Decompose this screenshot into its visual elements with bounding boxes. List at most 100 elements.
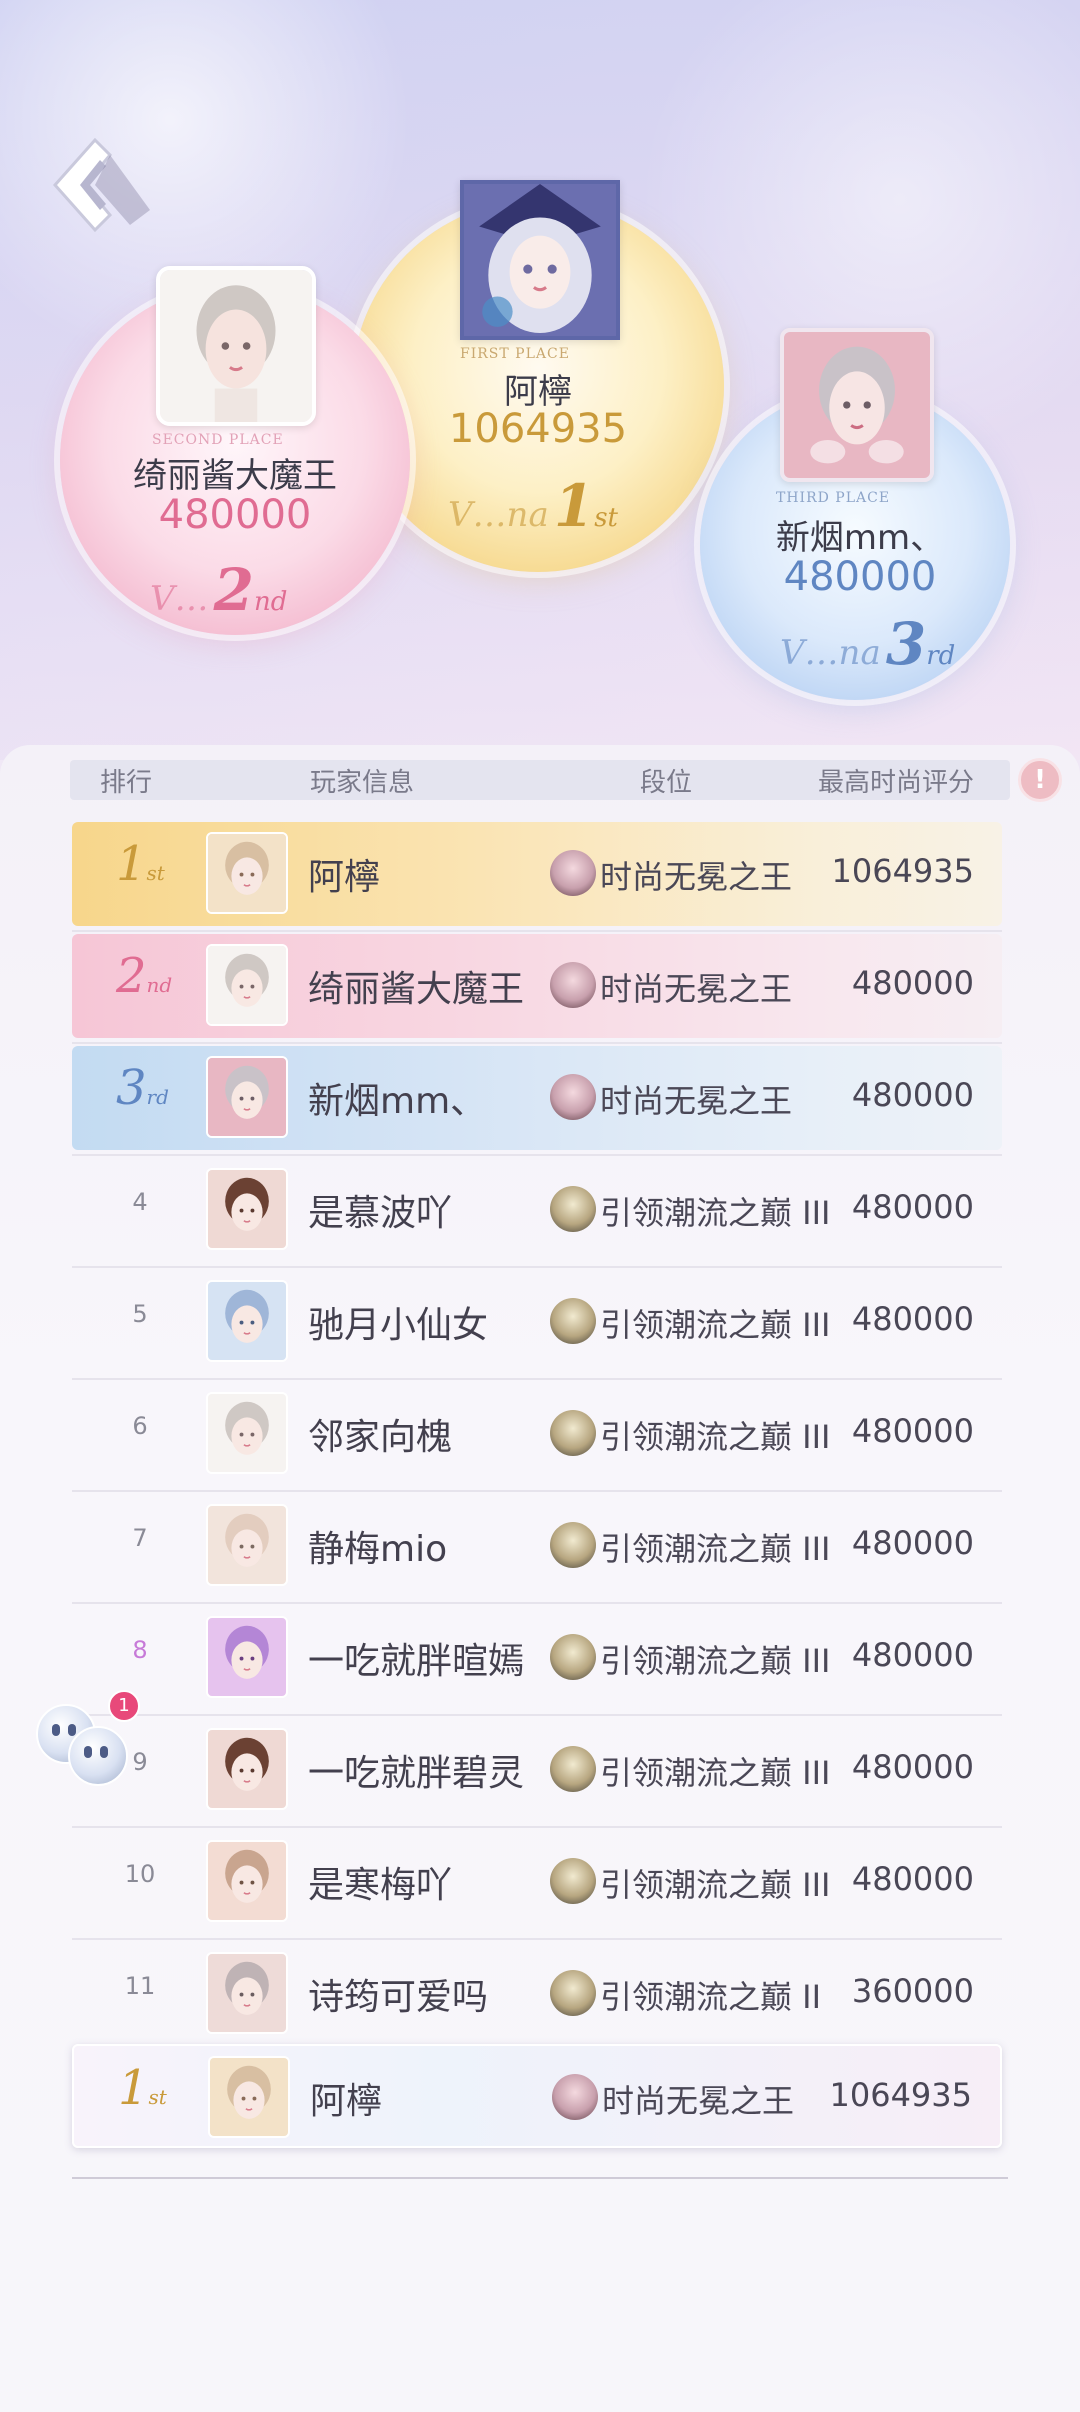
row-divider	[72, 1714, 1002, 1716]
my-rank-row[interactable]: 1st 阿檸 时尚无冕之王 1064935	[72, 2044, 1002, 2148]
player-avatar[interactable]	[206, 1168, 288, 1250]
tier-badge-icon	[550, 1298, 596, 1344]
rank-number: 4	[132, 1188, 148, 1216]
rank-number: 10	[124, 1860, 156, 1888]
fashion-score: 1064935	[831, 852, 974, 890]
second-place-name: 绮丽酱大魔王	[133, 456, 337, 496]
table-row[interactable]: 11 诗筠可爱吗 引领潮流之巅 II 360000	[72, 1942, 1002, 2052]
player-avatar[interactable]	[206, 944, 288, 1026]
table-row[interactable]: 1st 阿檸 时尚无冕之王 1064935	[72, 822, 1002, 932]
table-row[interactable]: 6 邻家向槐 引领潮流之巅 III 480000	[72, 1382, 1002, 1492]
header-rank: 排行	[100, 768, 153, 798]
tier-label: 时尚无冕之王	[602, 2082, 795, 2120]
tier-badge-icon	[550, 962, 596, 1008]
player-avatar[interactable]	[206, 1280, 288, 1362]
table-row[interactable]: 10 是寒梅吖 引领潮流之巅 III 480000	[72, 1830, 1002, 1940]
player-avatar[interactable]	[208, 2056, 290, 2138]
table-row[interactable]: 5 驰月小仙女 引领潮流之巅 III 480000	[72, 1270, 1002, 1380]
rank-ordinal: 2nd	[116, 948, 173, 1004]
player-name: 驰月小仙女	[308, 1305, 489, 1346]
player-avatar[interactable]	[206, 1504, 288, 1586]
tier-badge-icon	[550, 1634, 596, 1680]
fashion-score: 480000	[851, 1636, 974, 1674]
fashion-score: 480000	[851, 1300, 974, 1338]
rank-number: 7	[132, 1524, 148, 1552]
fashion-score: 480000	[851, 1860, 974, 1898]
third-place-avatar[interactable]	[780, 328, 934, 482]
rank-ordinal: 3rd	[116, 1060, 169, 1116]
tier-label: 引领潮流之巅 II	[600, 1978, 822, 2016]
row-divider	[72, 1266, 1002, 1268]
player-avatar[interactable]	[206, 1392, 288, 1474]
row-divider	[72, 1490, 1002, 1492]
tier-label: 引领潮流之巅 III	[600, 1754, 831, 1792]
rank-ordinal: 1st	[118, 2060, 167, 2116]
second-place-avatar[interactable]	[156, 266, 316, 426]
row-divider	[72, 1602, 1002, 1604]
third-place-name: 新烟mm、	[775, 518, 945, 558]
table-row[interactable]: 9 一吃就胖碧灵 引领潮流之巅 III 480000	[72, 1718, 1002, 1828]
tier-badge-icon	[550, 850, 596, 896]
info-button[interactable]: !	[1018, 758, 1062, 802]
fashion-score: 360000	[851, 1972, 974, 2010]
player-name: 阿檸	[310, 2081, 383, 2122]
player-avatar[interactable]	[206, 832, 288, 914]
table-row[interactable]: 2nd 绮丽酱大魔王 时尚无冕之王 480000	[72, 934, 1002, 1044]
tier-badge-icon	[550, 1746, 596, 1792]
player-name: 一吃就胖碧灵	[308, 1753, 525, 1794]
fashion-score: 480000	[851, 1412, 974, 1450]
tier-badge-icon	[552, 2074, 598, 2120]
rank-number: 5	[132, 1300, 148, 1328]
player-avatar[interactable]	[206, 1952, 288, 2034]
table-row[interactable]: 4 是慕波吖 引领潮流之巅 III 480000	[72, 1158, 1002, 1268]
tier-badge-icon	[550, 1186, 596, 1232]
rank-ordinal: 1st	[116, 836, 165, 892]
tier-badge-icon	[550, 1410, 596, 1456]
fashion-score: 480000	[851, 1524, 974, 1562]
back-arrow-icon	[52, 137, 150, 233]
row-divider	[72, 1378, 1002, 1380]
player-avatar[interactable]	[206, 1616, 288, 1698]
player-avatar[interactable]	[206, 1840, 288, 1922]
row-divider	[72, 1042, 1002, 1044]
back-button[interactable]	[40, 130, 150, 240]
tier-label: 引领潮流之巅 III	[600, 1866, 831, 1904]
table-row[interactable]: 3rd 新烟mm、 时尚无冕之王 480000	[72, 1046, 1002, 1156]
player-name: 是寒梅吖	[308, 1865, 453, 1906]
tier-label: 时尚无冕之王	[600, 970, 793, 1008]
rank-number: 11	[124, 1972, 156, 2000]
row-divider	[72, 1826, 1002, 1828]
player-name: 诗筠可爱吗	[308, 1977, 489, 2018]
tier-badge-icon	[550, 1522, 596, 1568]
header-tier: 段位	[640, 768, 693, 798]
second-place-rank: V… 2nd	[150, 556, 288, 624]
tier-label: 引领潮流之巅 III	[600, 1306, 831, 1344]
second-place-score: 480000	[158, 492, 312, 538]
fashion-score: 480000	[851, 1076, 974, 1114]
second-place-label: SECOND PLACE	[152, 432, 284, 448]
first-place-avatar[interactable]	[460, 180, 620, 340]
player-name: 绮丽酱大魔王	[308, 969, 525, 1010]
table-row[interactable]: 8 一吃就胖暄嫣 引领潮流之巅 III 480000	[72, 1606, 1002, 1716]
tier-badge-icon	[550, 1858, 596, 1904]
third-place-score: 480000	[783, 554, 937, 600]
first-place-score: 1064935	[448, 406, 628, 452]
tier-badge-icon	[550, 1970, 596, 2016]
fashion-score: 480000	[851, 964, 974, 1002]
tier-label: 时尚无冕之王	[600, 858, 793, 896]
player-name: 静梅mio	[308, 1529, 448, 1570]
third-place-label: THIRD PLACE	[776, 490, 891, 506]
player-name: 是慕波吖	[308, 1193, 453, 1234]
third-place-rank: V…na 3rd	[780, 610, 956, 678]
list-end-divider	[72, 2177, 1008, 2179]
fashion-score: 480000	[851, 1188, 974, 1226]
row-divider	[72, 930, 1002, 932]
tier-badge-icon	[550, 1074, 596, 1120]
rank-number: 6	[132, 1412, 148, 1440]
rank-number: 8	[132, 1636, 148, 1664]
player-name: 邻家向槐	[308, 1417, 453, 1458]
player-avatar[interactable]	[206, 1728, 288, 1810]
tier-label: 时尚无冕之王	[600, 1082, 793, 1120]
player-avatar[interactable]	[206, 1056, 288, 1138]
table-row[interactable]: 7 静梅mio 引领潮流之巅 III 480000	[72, 1494, 1002, 1604]
